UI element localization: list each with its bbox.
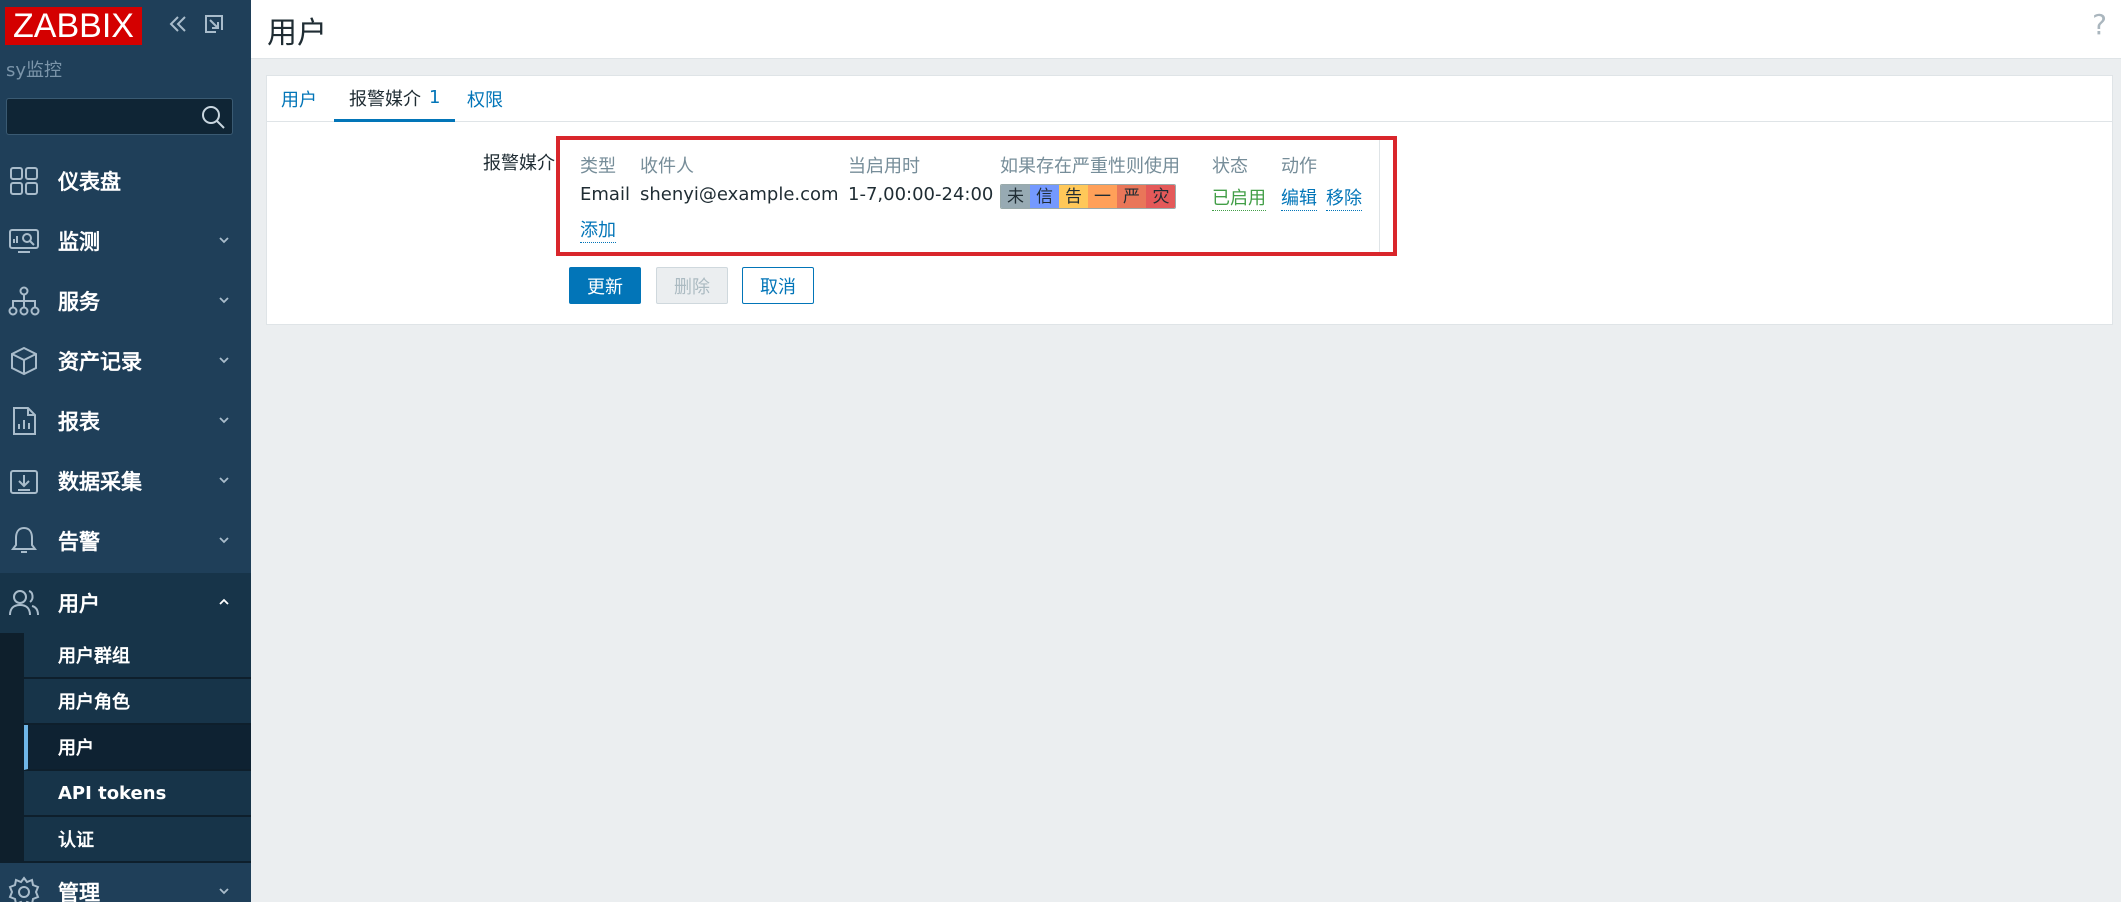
nav-monitoring[interactable]: 监测	[0, 211, 251, 271]
submenu-users[interactable]: 用户	[24, 725, 251, 770]
nav-users[interactable]: 用户	[0, 573, 251, 633]
media-field-label: 报警媒介	[483, 153, 555, 174]
column-header-status: 状态	[1212, 156, 1248, 177]
nav-administration[interactable]: 管理	[0, 862, 251, 902]
tab-permissions[interactable]: 权限	[467, 76, 503, 122]
severity-high: 严	[1117, 185, 1147, 208]
edit-media-link[interactable]: 编辑	[1281, 184, 1317, 211]
chevron-down-icon	[219, 237, 229, 244]
inventory-icon	[11, 346, 37, 376]
column-header-severity: 如果存在严重性则使用	[1000, 156, 1180, 177]
nav-reports[interactable]: 报表	[0, 391, 251, 451]
nav-label: 用户	[58, 592, 100, 616]
search-input[interactable]	[6, 98, 233, 135]
nav-label: 数据采集	[58, 470, 142, 494]
media-status-enabled[interactable]: 已启用	[1212, 184, 1266, 211]
media-type: Email	[580, 184, 630, 205]
nav-services[interactable]: 服务	[0, 271, 251, 331]
severity-indicators: 未 信 告 一 严 灾	[1000, 184, 1176, 209]
page-header: 用户 ?	[251, 0, 2121, 59]
nav-label: 仪表盘	[58, 170, 121, 194]
tab-bar: 用户 报警媒介 1 权限	[267, 76, 2112, 122]
media-when-active: 1-7,00:00-24:00	[848, 184, 994, 205]
submenu-authentication[interactable]: 认证	[24, 817, 251, 862]
column-header-type: 类型	[580, 156, 616, 177]
zabbix-logo[interactable]: ZABBIX	[5, 7, 142, 45]
nav-label: 告警	[58, 530, 100, 554]
nav-dashboard[interactable]: 仪表盘	[0, 151, 251, 211]
monitoring-icon	[9, 229, 39, 253]
severity-average: 一	[1088, 185, 1118, 208]
submenu-api-tokens[interactable]: API tokens	[24, 771, 251, 816]
media-recipient: shenyi@example.com	[640, 184, 839, 205]
chevron-up-icon	[219, 598, 229, 605]
nav-alerts[interactable]: 告警	[0, 511, 251, 571]
server-name: sy监控	[6, 60, 63, 81]
collapse-sidebar-icon[interactable]	[166, 12, 190, 36]
remove-media-link[interactable]: 移除	[1326, 184, 1362, 211]
users-submenu: 用户群组 用户角色 用户 API tokens 认证	[0, 633, 251, 863]
kiosk-mode-icon[interactable]	[202, 12, 226, 36]
help-icon[interactable]: ?	[2092, 8, 2107, 41]
nav-label: 监测	[58, 230, 100, 254]
tab-label: 报警媒介	[349, 88, 421, 110]
users-icon	[9, 590, 39, 616]
nav-data-collection[interactable]: 数据采集	[0, 451, 251, 511]
nav-label: 资产记录	[58, 350, 142, 374]
add-media-link[interactable]: 添加	[580, 216, 616, 243]
nav-label: 服务	[58, 290, 100, 314]
search-icon[interactable]	[200, 104, 226, 130]
media-table-highlight: 类型 收件人 当启用时 如果存在严重性则使用 状态 动作 Email sheny…	[556, 136, 1397, 256]
tab-user[interactable]: 用户	[281, 76, 317, 122]
tab-label: 用户	[281, 90, 317, 111]
media-table: 类型 收件人 当启用时 如果存在严重性则使用 状态 动作 Email sheny…	[560, 140, 1380, 252]
chevron-down-icon	[219, 537, 229, 544]
nav-label: 管理	[58, 881, 100, 902]
services-icon	[8, 286, 40, 316]
delete-button: 删除	[656, 267, 728, 304]
tab-count-badge: 1	[429, 87, 441, 108]
chevron-down-icon	[219, 357, 229, 364]
administration-icon	[8, 876, 40, 902]
update-button[interactable]: 更新	[569, 267, 641, 304]
submenu-user-roles[interactable]: 用户角色	[24, 679, 251, 724]
severity-information: 信	[1030, 185, 1060, 208]
chevron-down-icon	[219, 888, 229, 895]
column-header-action: 动作	[1281, 156, 1317, 177]
reports-icon	[13, 407, 36, 435]
data-collection-icon	[10, 470, 38, 494]
chevron-down-icon	[219, 417, 229, 424]
submenu-user-groups[interactable]: 用户群组	[24, 633, 251, 678]
chevron-down-icon	[219, 297, 229, 304]
chevron-down-icon	[219, 477, 229, 484]
column-header-when-active: 当启用时	[848, 156, 920, 177]
tab-label: 权限	[467, 90, 503, 111]
severity-disaster: 灾	[1146, 185, 1175, 208]
severity-not-classified: 未	[1001, 185, 1031, 208]
column-header-recipient: 收件人	[640, 156, 694, 177]
page-title: 用户	[267, 16, 327, 51]
alerts-icon	[11, 526, 37, 553]
cancel-button[interactable]: 取消	[742, 267, 814, 304]
sidebar: ZABBIX sy监控 仪表盘 监测 服务 资产记录 报表 数据采集 告警 用户…	[0, 0, 251, 902]
severity-warning: 告	[1059, 185, 1089, 208]
nav-inventory[interactable]: 资产记录	[0, 331, 251, 391]
user-form-panel: 用户 报警媒介 1 权限 报警媒介 类型 收件人 当启用时 如果存在严重性则使用…	[266, 75, 2113, 325]
tab-media[interactable]: 报警媒介 1	[334, 76, 456, 122]
nav-label: 报表	[58, 410, 100, 434]
dashboard-icon	[10, 167, 38, 195]
